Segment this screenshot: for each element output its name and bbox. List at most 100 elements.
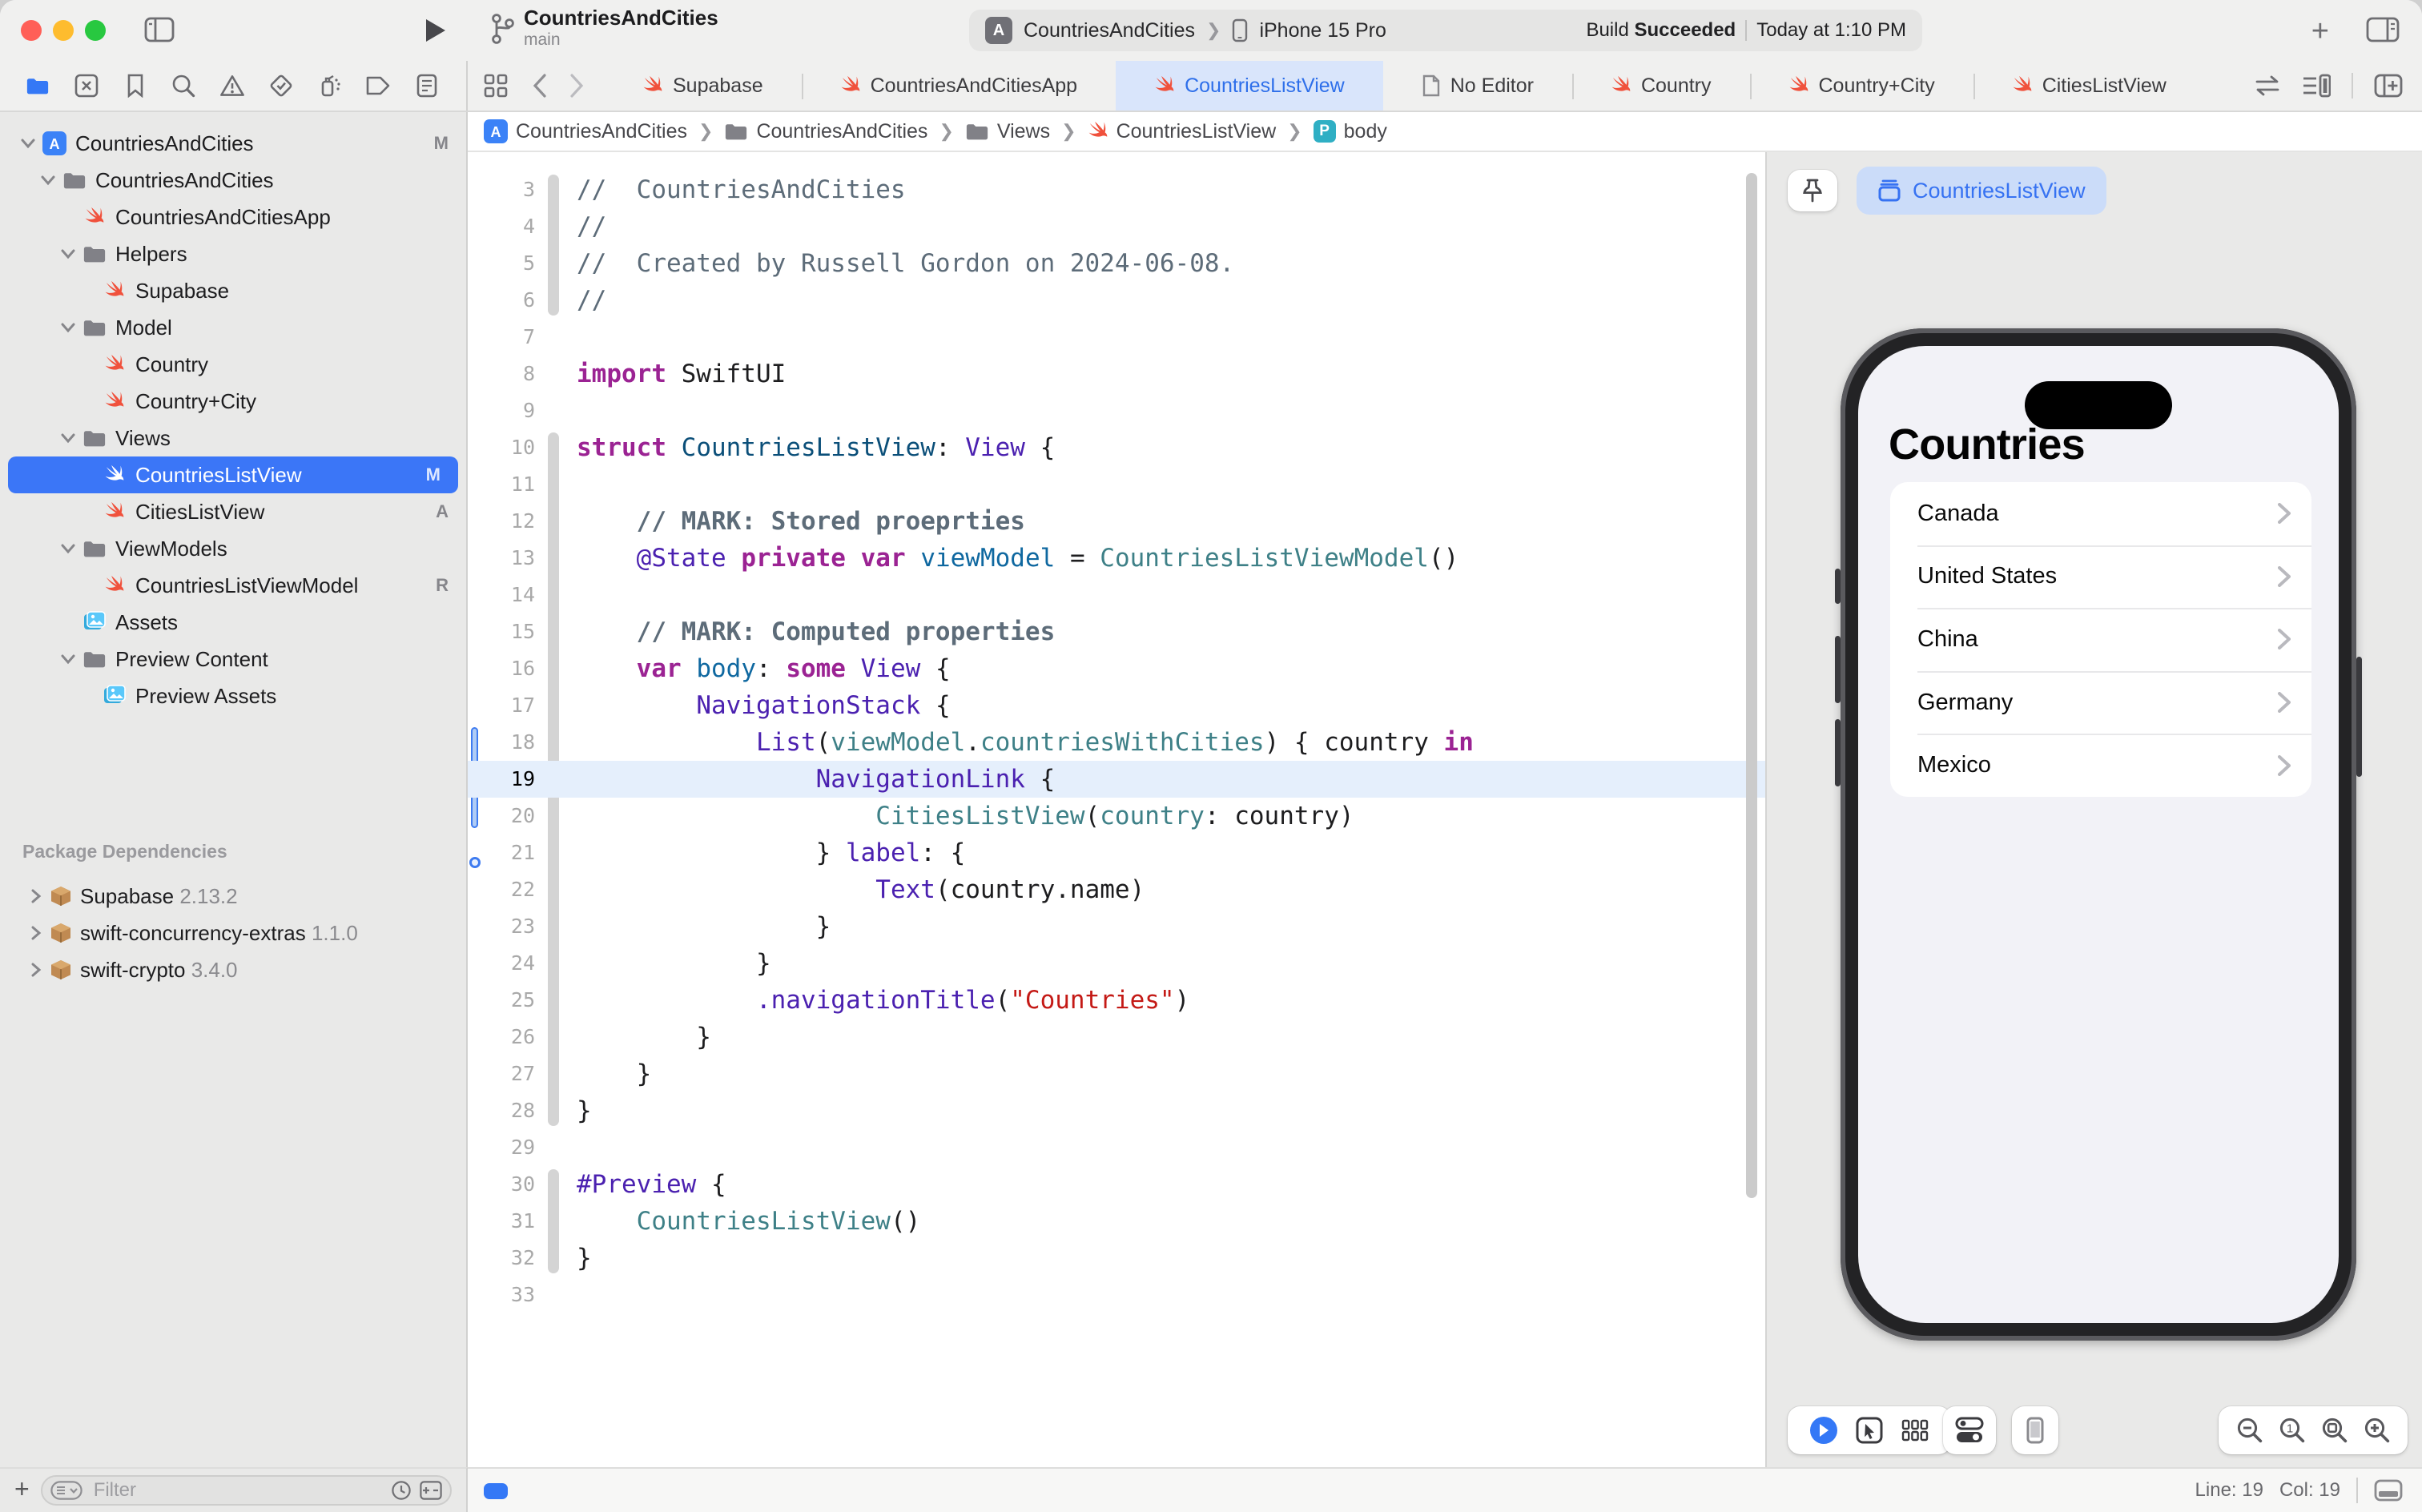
disclosure-icon[interactable] bbox=[21, 136, 35, 151]
code-line-24[interactable]: 24 } bbox=[468, 945, 1765, 982]
code-line-25[interactable]: 25 .navigationTitle("Countries") bbox=[468, 982, 1765, 1019]
line-number[interactable]: 10 bbox=[468, 429, 535, 466]
device-settings-button[interactable] bbox=[1955, 1417, 1984, 1444]
code-line-16[interactable]: 16 var body: some View { bbox=[468, 650, 1765, 687]
line-number[interactable]: 20 bbox=[468, 798, 535, 834]
sidebar-item-countrieslistviewmodel[interactable]: CountriesListViewModelR bbox=[0, 567, 466, 604]
sidebar-item-helpers[interactable]: Helpers bbox=[0, 235, 466, 272]
code-line-31[interactable]: 31 CountriesListView() bbox=[468, 1203, 1765, 1240]
code-line-15[interactable]: 15 // MARK: Computed properties bbox=[468, 613, 1765, 650]
code-line-8[interactable]: 8import SwiftUI bbox=[468, 356, 1765, 392]
line-number[interactable]: 5 bbox=[468, 245, 535, 282]
code-line-14[interactable]: 14 bbox=[468, 577, 1765, 613]
sidebar-item-assets[interactable]: Assets bbox=[0, 604, 466, 641]
issue-navigator-icon[interactable] bbox=[219, 72, 246, 99]
add-file-button[interactable]: + bbox=[14, 1476, 30, 1502]
package-swift-concurrency-extras[interactable]: swift-concurrency-extras 1.1.0 bbox=[0, 915, 466, 951]
live-preview-button[interactable] bbox=[1810, 1417, 1837, 1444]
test-navigator-icon[interactable] bbox=[268, 72, 295, 99]
editor-options-icon[interactable] bbox=[2302, 74, 2331, 98]
line-number[interactable]: 13 bbox=[468, 540, 535, 577]
recent-files-clock-icon[interactable] bbox=[391, 1480, 412, 1501]
close-window-button[interactable] bbox=[21, 20, 42, 41]
code-line-3[interactable]: 3// CountriesAndCities bbox=[468, 171, 1765, 208]
inspector-toggle-icon[interactable] bbox=[2366, 16, 2400, 43]
package-swift-crypto[interactable]: swift-crypto 3.4.0 bbox=[0, 951, 466, 988]
sidebar-item-citieslistview[interactable]: CitiesListViewA bbox=[0, 493, 466, 530]
code-line-30[interactable]: 30#Preview { bbox=[468, 1166, 1765, 1203]
add-editor-icon[interactable] bbox=[2374, 74, 2403, 98]
breadcrumb-item[interactable]: CountriesAndCities bbox=[724, 120, 927, 143]
line-number[interactable]: 18 bbox=[468, 724, 535, 761]
package-supabase[interactable]: Supabase 2.13.2 bbox=[0, 878, 466, 915]
project-status[interactable]: CountriesAndCities main bbox=[490, 6, 718, 50]
bottom-panel-toggle-icon[interactable] bbox=[2374, 1479, 2403, 1502]
sidebar-item-country-city[interactable]: Country+City bbox=[0, 383, 466, 420]
line-number[interactable]: 21 bbox=[468, 834, 535, 871]
line-number[interactable]: 16 bbox=[468, 650, 535, 687]
go-forward-icon[interactable] bbox=[570, 74, 585, 98]
source-editor[interactable]: 3// CountriesAndCities4//5// Created by … bbox=[468, 152, 1765, 1467]
country-row-mexico[interactable]: Mexico bbox=[1890, 734, 2311, 797]
go-back-icon[interactable] bbox=[532, 74, 546, 98]
disclosure-icon[interactable] bbox=[61, 247, 75, 261]
code-line-18[interactable]: 18 List(viewModel.countriesWithCities) {… bbox=[468, 724, 1765, 761]
activity-status[interactable]: Build Succeeded Today at 1:10 PM bbox=[1586, 19, 1906, 42]
line-number[interactable]: 19 bbox=[468, 761, 535, 798]
code-line-10[interactable]: 10struct CountriesListView: View { bbox=[468, 429, 1765, 466]
disclosure-icon[interactable] bbox=[61, 320, 75, 335]
sidebar-item-countriesandcities[interactable]: CountriesAndCities bbox=[0, 162, 466, 199]
sidebar-item-countriesandcitiesapp[interactable]: CountriesAndCitiesApp bbox=[0, 199, 466, 235]
report-navigator-icon[interactable] bbox=[413, 72, 441, 99]
disclosure-icon[interactable] bbox=[29, 926, 43, 940]
breadcrumb-item[interactable]: CountriesListView bbox=[1088, 120, 1277, 143]
scheme-device-name[interactable]: iPhone 15 Pro bbox=[1259, 19, 1386, 42]
country-row-germany[interactable]: Germany bbox=[1890, 671, 2311, 734]
code-line-7[interactable]: 7 bbox=[468, 319, 1765, 356]
code-line-4[interactable]: 4// bbox=[468, 208, 1765, 245]
sidebar-item-preview-assets[interactable]: Preview Assets bbox=[0, 678, 466, 714]
project-navigator-icon[interactable] bbox=[24, 72, 51, 99]
line-number[interactable]: 6 bbox=[468, 282, 535, 319]
sidebar-item-model[interactable]: Model bbox=[0, 309, 466, 346]
filter-field[interactable] bbox=[41, 1475, 452, 1506]
run-button[interactable] bbox=[424, 18, 447, 43]
tab-citieslistview[interactable]: CitiesListView bbox=[1973, 61, 2205, 111]
sidebar-item-supabase[interactable]: Supabase bbox=[0, 272, 466, 309]
code-line-12[interactable]: 12 // MARK: Stored proeprties bbox=[468, 503, 1765, 540]
country-row-united-states[interactable]: United States bbox=[1890, 545, 2311, 609]
code-line-26[interactable]: 26 } bbox=[468, 1019, 1765, 1056]
line-number[interactable]: 29 bbox=[468, 1129, 535, 1166]
zoom-out-icon[interactable] bbox=[2236, 1417, 2263, 1444]
line-number[interactable]: 11 bbox=[468, 466, 535, 503]
tab-countriesandcitiesapp[interactable]: CountriesAndCitiesApp bbox=[802, 61, 1116, 111]
scheme-selector[interactable]: A CountriesAndCities ❯ iPhone 15 Pro Bui… bbox=[969, 10, 1922, 51]
editor-scrollbar[interactable] bbox=[1746, 173, 1757, 1198]
disclosure-icon[interactable] bbox=[61, 541, 75, 556]
scheme-app-name[interactable]: CountriesAndCities bbox=[1024, 19, 1195, 42]
tab-supabase[interactable]: Supabase bbox=[604, 61, 802, 111]
tab-country[interactable]: Country bbox=[1572, 61, 1750, 111]
code-line-17[interactable]: 17 NavigationStack { bbox=[468, 687, 1765, 724]
line-number[interactable]: 22 bbox=[468, 871, 535, 908]
sidebar-item-countriesandcities[interactable]: ACountriesAndCitiesM bbox=[0, 125, 466, 162]
line-number[interactable]: 23 bbox=[468, 908, 535, 945]
code-line-22[interactable]: 22 Text(country.name) bbox=[468, 871, 1765, 908]
disclosure-icon[interactable] bbox=[29, 889, 43, 903]
code-line-33[interactable]: 33 bbox=[468, 1277, 1765, 1313]
debug-navigator-icon[interactable] bbox=[316, 72, 344, 99]
line-number[interactable]: 3 bbox=[468, 171, 535, 208]
selectable-preview-button[interactable] bbox=[1856, 1417, 1883, 1444]
line-number[interactable]: 7 bbox=[468, 319, 535, 356]
preview-target-tag[interactable]: CountriesListView bbox=[1857, 167, 2106, 215]
line-number[interactable]: 24 bbox=[468, 945, 535, 982]
code-line-11[interactable]: 11 bbox=[468, 466, 1765, 503]
line-number[interactable]: 8 bbox=[468, 356, 535, 392]
line-number[interactable]: 12 bbox=[468, 503, 535, 540]
sidebar-item-country[interactable]: Country bbox=[0, 346, 466, 383]
code-line-6[interactable]: 6// bbox=[468, 282, 1765, 319]
breadcrumb-item[interactable]: Views bbox=[965, 120, 1050, 143]
source-control-filter-icon[interactable] bbox=[420, 1481, 442, 1500]
minimize-window-button[interactable] bbox=[53, 20, 74, 41]
disclosure-icon[interactable] bbox=[41, 173, 55, 187]
